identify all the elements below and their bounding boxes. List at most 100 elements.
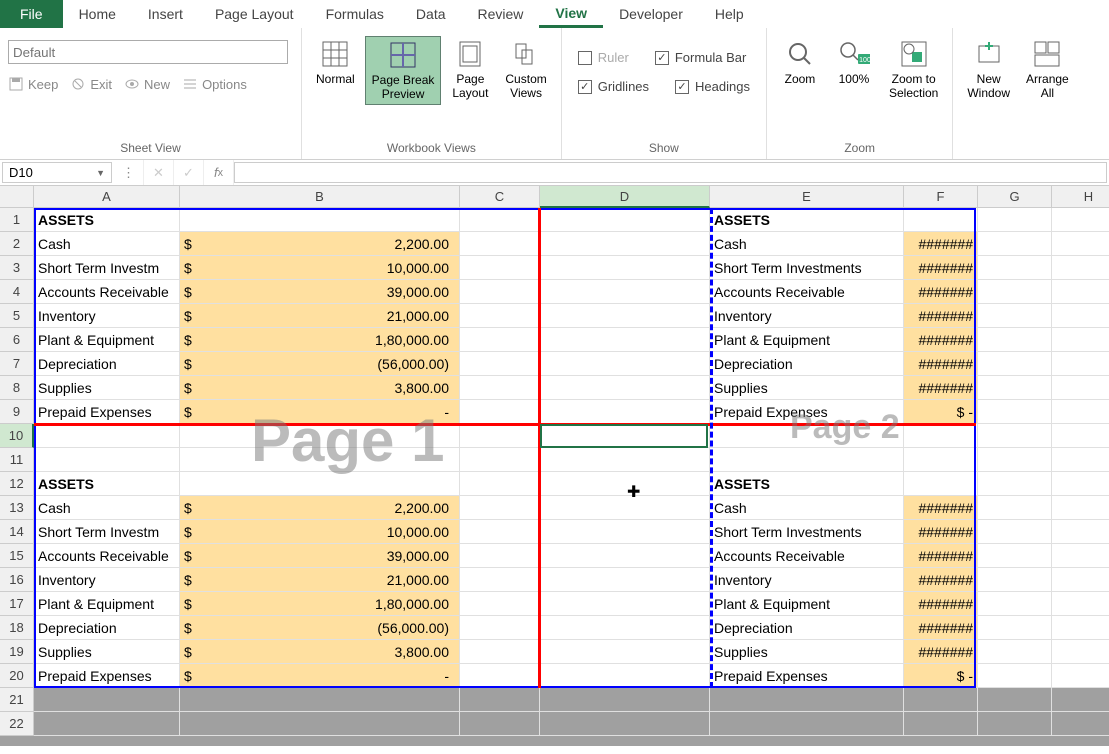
cell-E4[interactable]: Accounts Receivable (710, 280, 904, 304)
new-view-button[interactable]: New (124, 76, 170, 92)
menu-formulas[interactable]: Formulas (310, 0, 400, 28)
formula-bar-checkbox[interactable]: ✓Formula Bar (647, 48, 755, 67)
cell-D10[interactable] (540, 424, 710, 448)
cell-E9[interactable]: Prepaid Expenses (710, 400, 904, 424)
cell-A15[interactable]: Accounts Receivable (34, 544, 180, 568)
cell-A7[interactable]: Depreciation (34, 352, 180, 376)
cell-E17[interactable]: Plant & Equipment (710, 592, 904, 616)
cell-B14[interactable]: $10,000.00 (180, 520, 460, 544)
cell-D4[interactable] (540, 280, 710, 304)
spreadsheet-grid[interactable]: ABCDEFGH 1234567891011121314151617181920… (0, 186, 1109, 746)
cell-D5[interactable] (540, 304, 710, 328)
cell-C5[interactable] (460, 304, 540, 328)
cell-E15[interactable]: Accounts Receivable (710, 544, 904, 568)
options-button[interactable]: Options (182, 76, 247, 92)
fb-cancel-button[interactable]: ✕ (144, 160, 174, 185)
row-header-4[interactable]: 4 (0, 280, 34, 304)
cell-C7[interactable] (460, 352, 540, 376)
cell-A2[interactable]: Cash (34, 232, 180, 256)
custom-views-button[interactable]: Custom Views (499, 36, 552, 103)
row-header-9[interactable]: 9 (0, 400, 34, 424)
row-header-3[interactable]: 3 (0, 256, 34, 280)
cell-C12[interactable] (460, 472, 540, 496)
cell-E22[interactable] (710, 712, 904, 736)
fb-enter-button[interactable]: ✓ (174, 160, 204, 185)
cell-F3[interactable]: ####### (904, 256, 978, 280)
col-header-D[interactable]: D (540, 186, 710, 208)
menu-file[interactable]: File (0, 0, 63, 28)
cell-G15[interactable] (978, 544, 1052, 568)
row-header-16[interactable]: 16 (0, 568, 34, 592)
cell-B19[interactable]: $3,800.00 (180, 640, 460, 664)
cell-B16[interactable]: $21,000.00 (180, 568, 460, 592)
cell-C1[interactable] (460, 208, 540, 232)
fb-fx-button[interactable]: fx (204, 160, 234, 185)
cell-G13[interactable] (978, 496, 1052, 520)
cell-G1[interactable] (978, 208, 1052, 232)
cell-H8[interactable] (1052, 376, 1109, 400)
row-header-12[interactable]: 12 (0, 472, 34, 496)
cell-E11[interactable] (710, 448, 904, 472)
cell-C20[interactable] (460, 664, 540, 688)
cell-C15[interactable] (460, 544, 540, 568)
cell-D22[interactable] (540, 712, 710, 736)
cell-B9[interactable]: $- (180, 400, 460, 424)
cell-F1[interactable] (904, 208, 978, 232)
cell-G9[interactable] (978, 400, 1052, 424)
cell-H14[interactable] (1052, 520, 1109, 544)
col-header-A[interactable]: A (34, 186, 180, 208)
cell-E19[interactable]: Supplies (710, 640, 904, 664)
cell-A9[interactable]: Prepaid Expenses (34, 400, 180, 424)
cell-B10[interactable] (180, 424, 460, 448)
cell-E20[interactable]: Prepaid Expenses (710, 664, 904, 688)
cell-A13[interactable]: Cash (34, 496, 180, 520)
cell-D2[interactable] (540, 232, 710, 256)
row-header-18[interactable]: 18 (0, 616, 34, 640)
cell-H22[interactable] (1052, 712, 1109, 736)
cell-A6[interactable]: Plant & Equipment (34, 328, 180, 352)
cell-A1[interactable]: ASSETS (34, 208, 180, 232)
cell-H11[interactable] (1052, 448, 1109, 472)
arrange-all-button[interactable]: Arrange All (1020, 36, 1075, 103)
row-header-10[interactable]: 10 (0, 424, 34, 448)
cell-B8[interactable]: $3,800.00 (180, 376, 460, 400)
cell-F19[interactable]: ####### (904, 640, 978, 664)
cell-G16[interactable] (978, 568, 1052, 592)
cell-B12[interactable] (180, 472, 460, 496)
cell-C6[interactable] (460, 328, 540, 352)
cell-G6[interactable] (978, 328, 1052, 352)
cell-C22[interactable] (460, 712, 540, 736)
cell-E13[interactable]: Cash (710, 496, 904, 520)
cell-A4[interactable]: Accounts Receivable (34, 280, 180, 304)
cell-E10[interactable] (710, 424, 904, 448)
menu-home[interactable]: Home (63, 0, 132, 28)
cell-G12[interactable] (978, 472, 1052, 496)
cell-B11[interactable] (180, 448, 460, 472)
cell-H6[interactable] (1052, 328, 1109, 352)
cell-F16[interactable]: ####### (904, 568, 978, 592)
name-box[interactable]: D10▼ (2, 162, 112, 183)
menu-review[interactable]: Review (462, 0, 540, 28)
cell-F18[interactable]: ####### (904, 616, 978, 640)
cell-H10[interactable] (1052, 424, 1109, 448)
cell-G10[interactable] (978, 424, 1052, 448)
cell-F20[interactable]: $ - (904, 664, 978, 688)
cell-D17[interactable] (540, 592, 710, 616)
cell-C3[interactable] (460, 256, 540, 280)
row-header-7[interactable]: 7 (0, 352, 34, 376)
cell-B2[interactable]: $2,200.00 (180, 232, 460, 256)
cell-H2[interactable] (1052, 232, 1109, 256)
cell-G8[interactable] (978, 376, 1052, 400)
menu-page-layout[interactable]: Page Layout (199, 0, 310, 28)
menu-insert[interactable]: Insert (132, 0, 199, 28)
cell-F22[interactable] (904, 712, 978, 736)
cell-E18[interactable]: Depreciation (710, 616, 904, 640)
cell-C19[interactable] (460, 640, 540, 664)
row-header-21[interactable]: 21 (0, 688, 34, 712)
cell-H15[interactable] (1052, 544, 1109, 568)
cell-A3[interactable]: Short Term Investm (34, 256, 180, 280)
cell-A11[interactable] (34, 448, 180, 472)
cell-H13[interactable] (1052, 496, 1109, 520)
cell-E2[interactable]: Cash (710, 232, 904, 256)
cell-D14[interactable] (540, 520, 710, 544)
